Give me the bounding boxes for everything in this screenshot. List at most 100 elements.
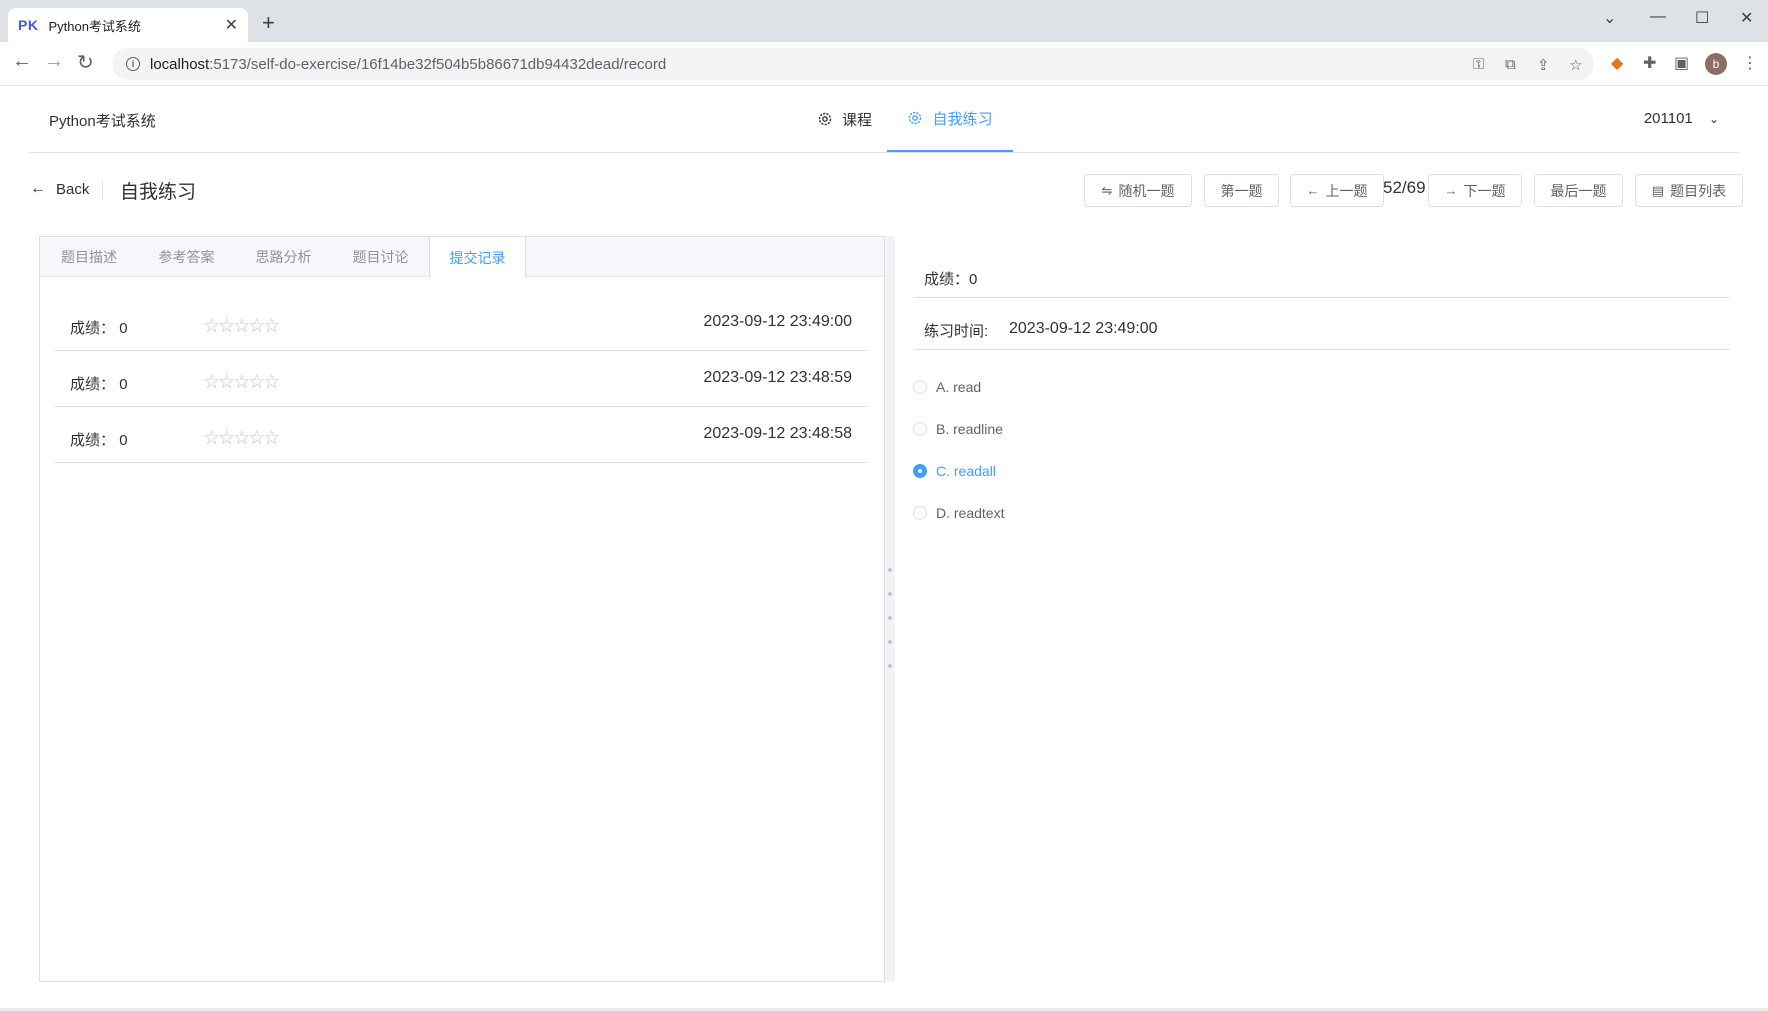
maximize-icon[interactable]: ☐ xyxy=(1695,8,1709,28)
url-path: :5173/self-do-exercise/16f14be32f504b5b8… xyxy=(209,55,667,73)
back-arrow-icon: ← xyxy=(30,180,46,197)
side-panel-icon[interactable]: ▣ xyxy=(1674,53,1689,73)
swap-icon: ⇋ xyxy=(1101,182,1113,198)
score-label: 成绩： xyxy=(70,432,116,449)
random-question-label: 随机一题 xyxy=(1118,182,1175,199)
tab-analysis[interactable]: 思路分析 xyxy=(235,237,332,277)
arrow-right-icon: → xyxy=(1444,183,1458,198)
practice-time-value: 2023-09-12 23:49:00 xyxy=(1009,320,1158,337)
menu-label-course: 课程 xyxy=(842,111,873,129)
record-row[interactable]: 成绩： 0 ☆☆☆☆☆ 2023-09-12 23:48:59 xyxy=(55,351,867,407)
window-close-icon[interactable]: ✕ xyxy=(1740,8,1753,28)
app-brand: Python考试系统 xyxy=(49,113,156,130)
address-bar[interactable]: i localhost:5173/self-do-exercise/16f14b… xyxy=(112,48,1594,80)
last-question-label: 最后一题 xyxy=(1550,182,1607,199)
option-label: A. read xyxy=(936,379,982,395)
resize-handle[interactable] xyxy=(885,236,895,982)
gear-icon xyxy=(909,111,922,125)
question-list-label: 题目列表 xyxy=(1670,182,1727,199)
star-rating-icon: ☆☆☆☆☆ xyxy=(203,428,280,449)
next-question-button[interactable]: → 下一题 xyxy=(1428,174,1522,207)
app-header: Python考试系统 课程 自我练习 201101 ⌄ xyxy=(29,86,1739,153)
arrow-left-icon: ← xyxy=(1306,183,1320,198)
profile-avatar[interactable]: b xyxy=(1705,53,1727,75)
back-button[interactable]: ← Back xyxy=(30,180,89,198)
clipboard-icon: ▤ xyxy=(1651,182,1665,198)
url-host: localhost xyxy=(150,55,210,73)
browser-menu-icon[interactable]: ⋮ xyxy=(1742,53,1758,73)
practice-time-label: 练习时间: xyxy=(924,323,989,340)
header-divider xyxy=(102,180,103,200)
metamask-fox-icon[interactable]: ◆ xyxy=(1611,53,1623,73)
new-tab-icon[interactable]: + xyxy=(262,12,275,34)
random-question-button[interactable]: ⇋ 随机一题 xyxy=(1084,174,1192,207)
panel-tabs: 题目描述 参考答案 思路分析 题目讨论 提交记录 xyxy=(40,237,884,278)
grip-dot xyxy=(888,640,892,644)
prev-question-label: 上一题 xyxy=(1325,182,1368,199)
tab-title: Python考试系统 xyxy=(48,18,141,34)
score-value: 0 xyxy=(119,376,128,393)
tab-close-icon[interactable]: ✕ xyxy=(225,15,238,35)
tab-favicon: PK xyxy=(18,17,39,33)
option-c[interactable]: C. readall xyxy=(913,463,996,479)
site-info-icon[interactable]: i xyxy=(126,57,140,71)
chevron-down-icon: ⌄ xyxy=(1708,112,1719,126)
grip-dot xyxy=(888,592,892,596)
gear-icon xyxy=(818,112,832,126)
tab-reference-answer[interactable]: 参考答案 xyxy=(138,237,235,277)
option-label: B. readline xyxy=(936,421,1003,437)
grip-dot xyxy=(888,616,892,620)
record-time: 2023-09-12 23:48:58 xyxy=(703,425,852,442)
question-counter: 52/69 xyxy=(1383,178,1426,197)
extensions-puzzle-icon[interactable]: ✚ xyxy=(1643,53,1656,73)
browser-tab[interactable]: PK Python考试系统 ✕ xyxy=(8,8,248,42)
score-value: 0 xyxy=(119,320,128,337)
first-question-button[interactable]: 第一题 xyxy=(1204,174,1279,207)
reload-icon[interactable]: ↻ xyxy=(77,50,94,75)
last-question-button[interactable]: 最后一题 xyxy=(1534,174,1623,207)
browser-tabstrip: PK Python考试系统 ✕ + ⌄ — ☐ ✕ xyxy=(0,0,1768,42)
result-score: 成绩：0 xyxy=(924,271,978,288)
tab-discussion[interactable]: 题目讨论 xyxy=(332,237,429,277)
forward-nav-icon[interactable]: → xyxy=(44,50,64,73)
radio-icon[interactable] xyxy=(913,506,927,520)
menu-item-course[interactable]: 课程 xyxy=(812,86,877,152)
radio-icon[interactable] xyxy=(913,422,927,436)
record-score: 成绩： 0 xyxy=(70,317,128,338)
record-row[interactable]: 成绩： 0 ☆☆☆☆☆ 2023-09-12 23:48:58 xyxy=(55,407,867,463)
share-icon[interactable]: ⇪ xyxy=(1537,56,1550,74)
key-icon[interactable]: ⚿ xyxy=(1473,56,1484,73)
record-score: 成绩： 0 xyxy=(70,429,128,450)
next-question-label: 下一题 xyxy=(1463,182,1506,199)
star-rating-icon: ☆☆☆☆☆ xyxy=(203,372,280,393)
record-time: 2023-09-12 23:48:59 xyxy=(703,369,852,386)
page-title: 自我练习 xyxy=(120,182,197,203)
record-score: 成绩： 0 xyxy=(70,373,128,394)
record-time: 2023-09-12 23:49:00 xyxy=(703,313,852,330)
tab-description[interactable]: 题目描述 xyxy=(40,237,138,277)
bookmark-star-icon[interactable]: ☆ xyxy=(1569,56,1582,74)
divider xyxy=(914,297,1730,298)
translate-icon[interactable]: ⧉ xyxy=(1505,56,1516,73)
record-row[interactable]: 成绩： 0 ☆☆☆☆☆ 2023-09-12 23:49:00 xyxy=(55,295,867,351)
score-value: 0 xyxy=(119,432,128,449)
option-b[interactable]: B. readline xyxy=(913,421,1003,437)
radio-checked-icon[interactable] xyxy=(913,464,927,478)
back-label: Back xyxy=(56,180,90,198)
prev-question-button[interactable]: ← 上一题 xyxy=(1290,174,1384,207)
tab-search-icon[interactable]: ⌄ xyxy=(1603,8,1616,28)
star-rating-icon: ☆☆☆☆☆ xyxy=(203,316,280,337)
back-nav-icon[interactable]: ← xyxy=(12,50,32,73)
menu-item-self-exercise[interactable]: 自我练习 xyxy=(887,86,1013,152)
radio-icon[interactable] xyxy=(913,380,927,394)
question-list-button[interactable]: ▤ 题目列表 xyxy=(1635,174,1743,207)
user-id: 201101 xyxy=(1643,110,1693,127)
score-label: 成绩： xyxy=(70,320,116,337)
tab-submission-records[interactable]: 提交记录 xyxy=(429,237,526,278)
grip-dot xyxy=(888,568,892,572)
divider xyxy=(914,349,1730,350)
minimize-icon[interactable]: — xyxy=(1650,8,1666,26)
option-a[interactable]: A. read xyxy=(913,379,981,395)
user-dropdown[interactable]: 201101 ⌄ xyxy=(1644,110,1719,127)
option-d[interactable]: D. readtext xyxy=(913,505,1004,521)
